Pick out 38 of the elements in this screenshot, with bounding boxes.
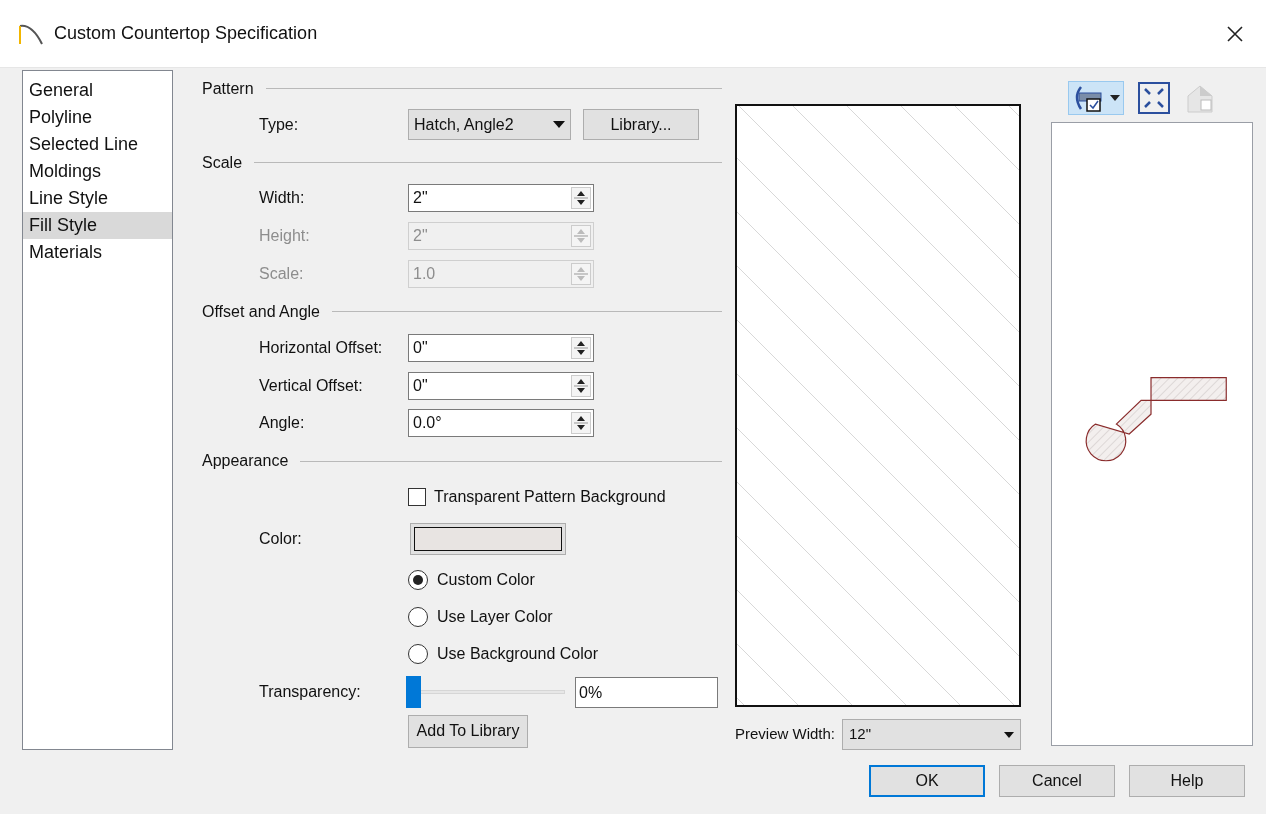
transparency-field[interactable]: 0%	[575, 676, 718, 708]
sidebar-item[interactable]: Moldings	[23, 158, 172, 185]
dialog-button[interactable]: OK	[869, 765, 985, 797]
preview-width-label: Preview Width:	[735, 724, 836, 745]
sidebar-item[interactable]: Materials	[23, 239, 172, 266]
sidebar-item[interactable]: Line Style	[23, 185, 172, 212]
spin-field[interactable]: 0.0°	[408, 409, 594, 438]
spin-field[interactable]: 0"	[408, 371, 594, 400]
checkbox-label: Transparent Pattern Background	[434, 487, 666, 508]
window-title: Custom Countertop Specification	[54, 22, 318, 45]
sidebar-item[interactable]: Fill Style	[23, 212, 172, 239]
spin-field[interactable]: 0"	[408, 333, 594, 362]
section-heading: Scale	[202, 152, 244, 173]
field-label: Type:	[258, 114, 300, 135]
sidebar-item[interactable]: Selected Line	[23, 131, 172, 158]
section-heading: Offset and Angle	[202, 301, 321, 322]
field-label: Horizontal Offset:	[258, 337, 384, 358]
radio-label: Use Layer Color	[437, 607, 553, 628]
sidebar-item[interactable]: Polyline	[23, 104, 172, 131]
sidebar-item[interactable]: General	[23, 77, 172, 104]
preview-width-dropdown[interactable]: 12"	[842, 719, 1021, 750]
radio-label: Use Background Color	[437, 643, 598, 664]
field-label: Height:	[258, 226, 311, 247]
field-label: Scale:	[258, 264, 305, 285]
field-label: Vertical Offset:	[258, 375, 364, 396]
dialog-button[interactable]: Help	[1129, 765, 1245, 797]
dialog-button[interactable]: Cancel	[999, 765, 1115, 797]
field-label: Color:	[258, 528, 303, 549]
type-dropdown[interactable]: Hatch, Angle2	[408, 109, 571, 141]
section-heading: Pattern	[202, 78, 255, 99]
library-button[interactable]: Library...	[583, 109, 699, 141]
add-to-library-button[interactable]: Add To Library	[408, 714, 528, 748]
spin-field[interactable]: 2"	[408, 184, 594, 213]
section-heading: Appearance	[202, 451, 290, 472]
field-label: Angle:	[258, 413, 306, 434]
field-label: Width:	[258, 188, 306, 209]
radio-label: Custom Color	[437, 570, 535, 591]
field-label: Transparency:	[258, 682, 362, 703]
